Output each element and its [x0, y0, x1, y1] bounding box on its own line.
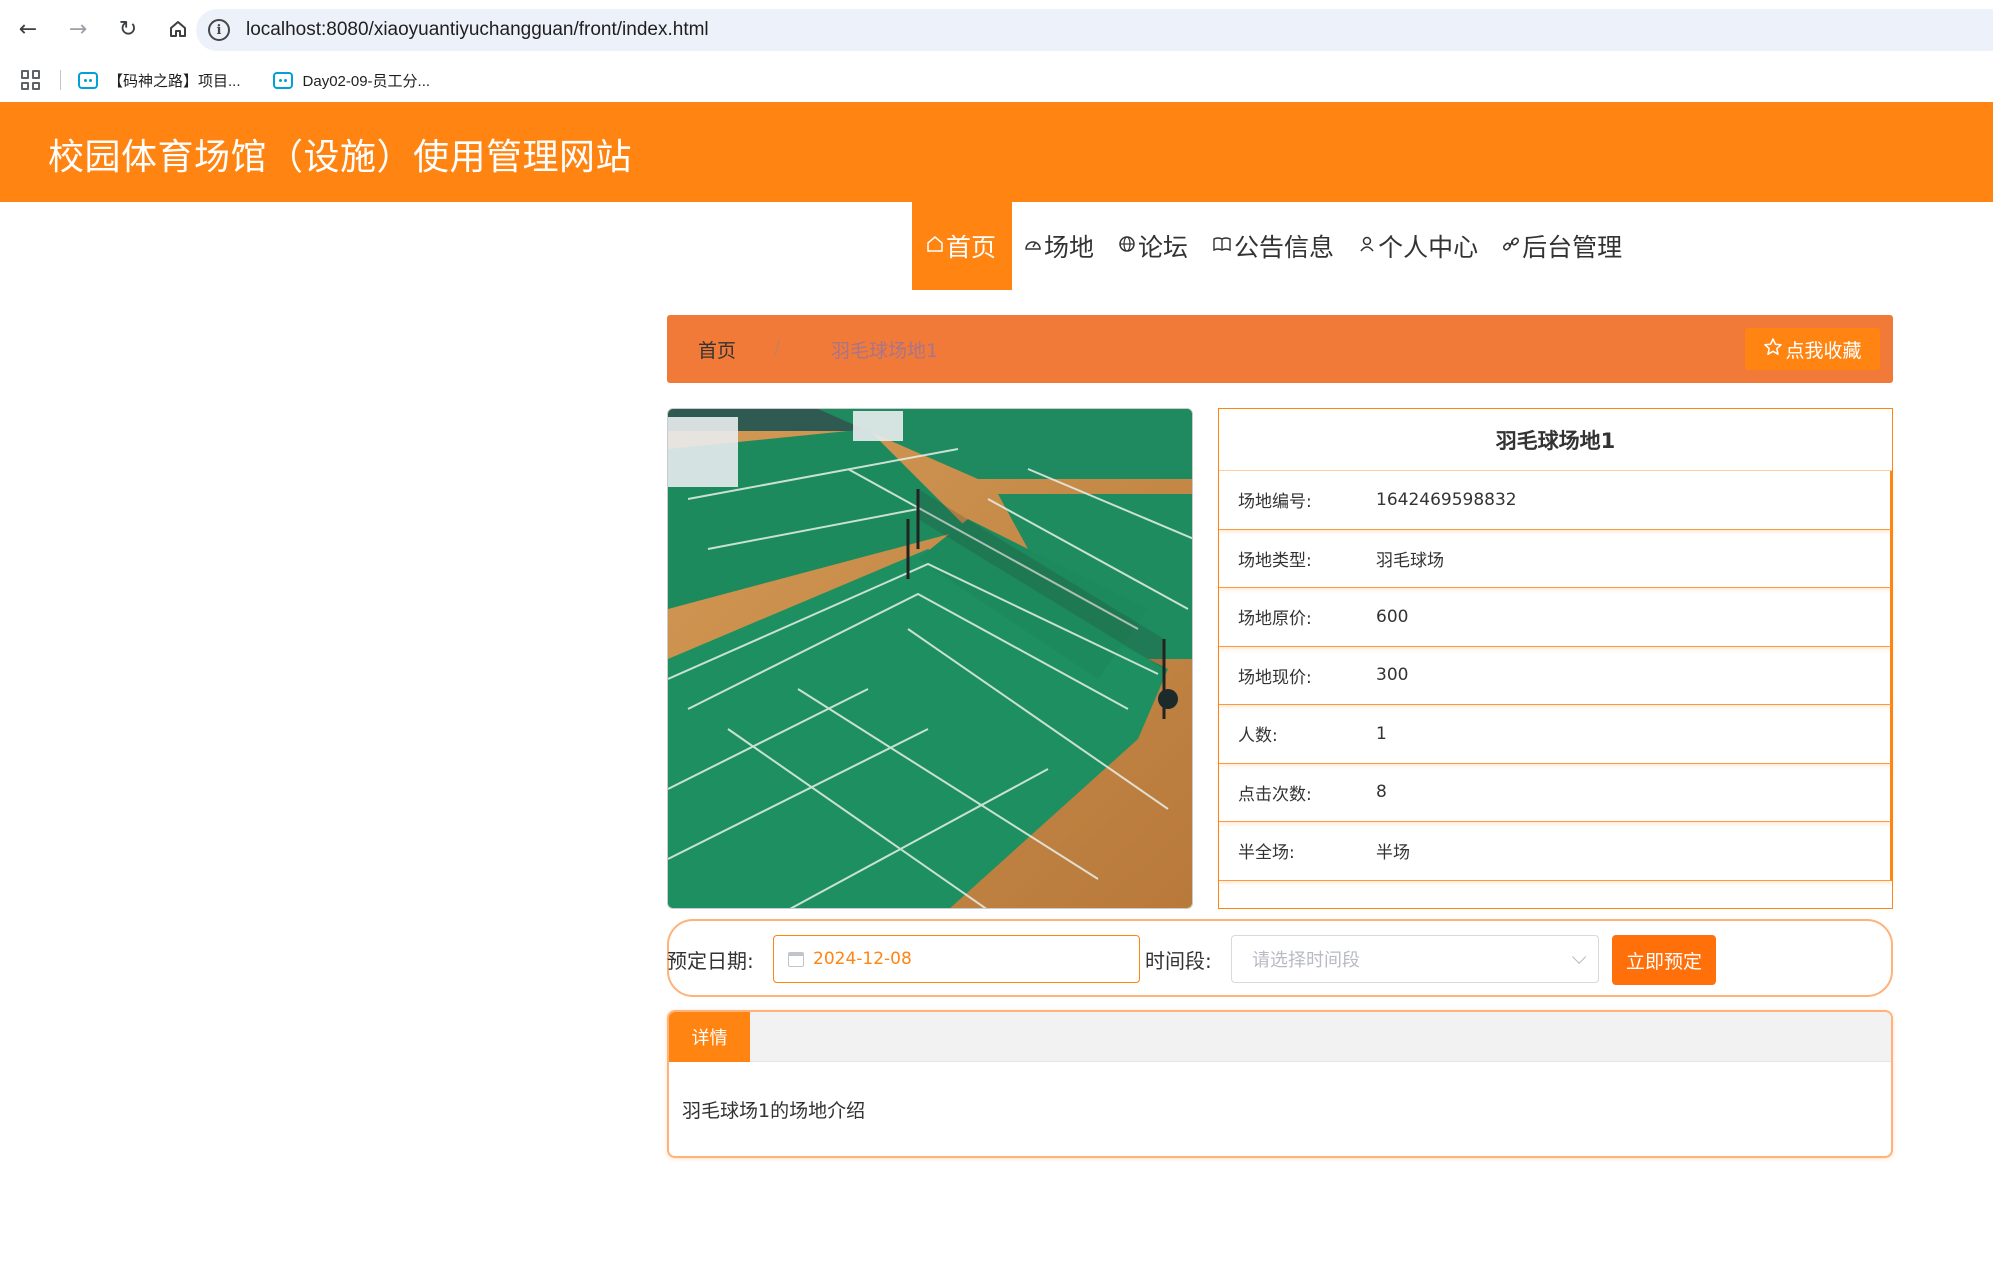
bookmark-label: Day02-09-员工分... [302, 72, 431, 90]
link-icon [1502, 235, 1520, 258]
bookmark-label: 【码神之路】项目... [108, 72, 241, 90]
home-icon [926, 235, 944, 258]
details-content: 羽毛球场1的场地介绍 [682, 1100, 866, 1122]
field-value: 8 [1376, 782, 1387, 803]
field-value: 羽毛球场 [1376, 550, 1444, 571]
venue-info-panel: 羽毛球场地1 场地编号: 1642469598832 场地类型: 羽毛球场 场地… [1218, 408, 1893, 909]
field-value: 半场 [1376, 843, 1410, 864]
booking-form: 预定日期: 2024-12-08 时间段: 请选择时间段 立即预定 [667, 919, 1893, 997]
field-label: 场地类型: [1238, 550, 1312, 571]
user-icon [1358, 235, 1376, 258]
globe-icon [1118, 235, 1136, 258]
venue-photo [667, 408, 1193, 909]
favorite-label: 点我收藏 [1785, 339, 1862, 362]
nav-label: 论坛 [1138, 233, 1189, 262]
nav-label: 公告信息 [1234, 233, 1335, 262]
back-icon[interactable]: ← [6, 7, 50, 51]
url-text[interactable]: localhost:8080/xiaoyuantiyuchangguan/fro… [246, 19, 709, 41]
field-value: 1 [1376, 723, 1387, 744]
apps-grid-icon[interactable] [21, 70, 41, 90]
field-value: 1642469598832 [1376, 489, 1517, 510]
bookmark-item[interactable]: Day02-09-员工分... [272, 70, 431, 91]
home-browser-icon[interactable] [156, 7, 200, 51]
site-info-icon[interactable]: i [208, 19, 230, 41]
breadcrumb-separator: / [774, 336, 781, 358]
reload-icon[interactable]: ↻ [106, 7, 150, 51]
booking-date-label: 预定日期: [667, 949, 754, 973]
site-header: 校园体育场馆（设施）使用管理网站 [0, 102, 1993, 202]
main-nav: 首页 场地 论坛 公告信息 个人中心 后台管理 [912, 202, 1634, 290]
nav-item-announcements[interactable]: 公告信息 [1200, 202, 1346, 290]
breadcrumb: 首页 / 羽毛球场地1 点我收藏 [667, 315, 1893, 383]
bookmark-item[interactable]: 【码神之路】项目... [78, 70, 241, 91]
time-slot-select[interactable]: 请选择时间段 [1231, 935, 1599, 983]
site-title: 校园体育场馆（设施）使用管理网站 [48, 137, 633, 178]
favorite-button[interactable]: 点我收藏 [1745, 328, 1880, 370]
info-row-capacity: 人数: 1 [1219, 705, 1892, 764]
info-row-clicks: 点击次数: 8 [1219, 763, 1892, 822]
field-label: 人数: [1238, 726, 1278, 747]
address-bar[interactable]: i localhost:8080/xiaoyuantiyuchangguan/f… [196, 9, 1993, 51]
star-icon [1763, 337, 1783, 362]
bilibili-icon [272, 71, 293, 89]
book-icon [1212, 235, 1232, 258]
time-slot-label: 时间段: [1145, 949, 1212, 973]
venue-name: 羽毛球场地1 [1219, 409, 1892, 471]
info-row-original-price: 场地原价: 600 [1219, 588, 1892, 647]
nav-label: 首页 [946, 233, 997, 262]
field-value: 600 [1376, 606, 1409, 627]
info-row-current-price: 场地现价: 300 [1219, 646, 1892, 705]
nav-item-profile[interactable]: 个人中心 [1346, 202, 1490, 290]
field-label: 半全场: [1238, 843, 1295, 864]
breadcrumb-current: 羽毛球场地1 [831, 340, 939, 362]
field-label: 场地编号: [1238, 492, 1312, 513]
info-row-code: 场地编号: 1642469598832 [1219, 471, 1892, 530]
booking-date-value: 2024-12-08 [813, 949, 912, 969]
info-row-court-size: 半全场: 半场 [1219, 822, 1892, 881]
breadcrumb-home[interactable]: 首页 [698, 336, 736, 363]
field-label: 点击次数: [1238, 784, 1312, 805]
nav-item-home[interactable]: 首页 [912, 202, 1013, 290]
nav-item-venues[interactable]: 场地 [1012, 202, 1106, 290]
booking-date-picker[interactable]: 2024-12-08 [773, 935, 1140, 983]
info-row-type: 场地类型: 羽毛球场 [1219, 529, 1892, 588]
nav-item-admin[interactable]: 后台管理 [1490, 202, 1634, 290]
field-label: 场地现价: [1238, 667, 1312, 688]
calendar-icon [788, 951, 804, 967]
browser-toolbar: ← → ↻ i localhost:8080/xiaoyuantiyuchang… [0, 0, 1993, 58]
nav-label: 后台管理 [1522, 233, 1623, 262]
nav-label: 场地 [1044, 233, 1095, 262]
nav-label: 个人中心 [1378, 233, 1479, 262]
bookmark-divider [60, 70, 61, 90]
book-now-button[interactable]: 立即预定 [1612, 935, 1716, 985]
bookmarks-bar: 【码神之路】项目... Day02-09-员工分... [0, 58, 1993, 102]
tab-details[interactable]: 详情 [669, 1012, 750, 1062]
details-panel: 详情 羽毛球场1的场地介绍 [667, 1010, 1893, 1158]
bilibili-icon [78, 71, 98, 89]
forward-icon[interactable]: → [56, 7, 100, 51]
chevron-down-icon [1572, 949, 1587, 964]
time-slot-placeholder: 请选择时间段 [1252, 950, 1360, 971]
nav-item-forum[interactable]: 论坛 [1106, 202, 1200, 290]
details-tab-bar: 详情 [669, 1012, 1891, 1062]
gauge-icon [1024, 235, 1042, 258]
field-value: 300 [1376, 665, 1409, 686]
field-label: 场地原价: [1238, 609, 1312, 630]
